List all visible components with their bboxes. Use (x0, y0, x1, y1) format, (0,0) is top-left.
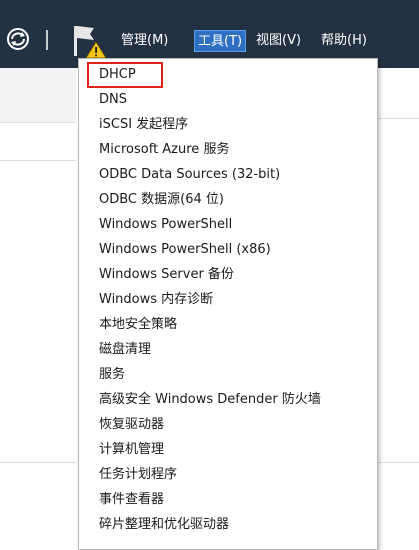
menu-view[interactable]: 视图(V) (253, 30, 304, 52)
menu-item-azure-services[interactable]: Microsoft Azure 服务 (79, 139, 229, 161)
menu-item-defragment[interactable]: 碎片整理和优化驱动器 (79, 514, 229, 536)
menu-item-defender-firewall[interactable]: 高级安全 Windows Defender 防火墙 (79, 389, 321, 411)
menu-manage[interactable]: 管理(M) (118, 30, 171, 52)
menu-item-odbc-32[interactable]: ODBC Data Sources (32-bit) (79, 164, 280, 186)
refresh-button[interactable] (0, 24, 36, 54)
menu-item-computer-management[interactable]: 计算机管理 (79, 439, 164, 461)
menu-item-odbc-64[interactable]: ODBC 数据源(64 位) (79, 189, 224, 211)
refresh-icon (7, 28, 29, 50)
menu-item-event-viewer[interactable]: 事件查看器 (79, 489, 164, 511)
menu-item-powershell[interactable]: Windows PowerShell (79, 214, 232, 236)
divider (0, 160, 76, 161)
left-pane-header (0, 68, 76, 123)
menu-item-powershell-x86[interactable]: Windows PowerShell (x86) (79, 239, 271, 261)
background-window-right (378, 68, 419, 544)
menu-item-local-security-policy[interactable]: 本地安全策略 (79, 314, 177, 336)
toolbar-separator (46, 30, 48, 50)
warning-icon (85, 41, 107, 59)
background-window-left (0, 68, 76, 544)
flag-icon (74, 26, 107, 59)
divider (378, 118, 419, 119)
menu-item-dns[interactable]: DNS (79, 89, 127, 111)
menu-item-server-backup[interactable]: Windows Server 备份 (79, 264, 234, 286)
menu-item-memory-diagnostic[interactable]: Windows 内存诊断 (79, 289, 213, 311)
menu-item-disk-cleanup[interactable]: 磁盘清理 (79, 339, 151, 361)
menu-help[interactable]: 帮助(H) (318, 30, 370, 52)
menu-item-services[interactable]: 服务 (79, 364, 125, 386)
menu-tools[interactable]: 工具(T) (194, 30, 247, 52)
menu-item-task-scheduler[interactable]: 任务计划程序 (79, 464, 177, 486)
menu-item-recovery-drive[interactable]: 恢复驱动器 (79, 414, 164, 436)
tools-dropdown-menu: DHCP DNS iSCSI 发起程序 Microsoft Azure 服务 O… (78, 58, 378, 550)
divider (378, 462, 419, 463)
divider (0, 462, 76, 463)
menu-item-dhcp[interactable]: DHCP (79, 64, 136, 86)
notifications-flag-button[interactable] (70, 24, 110, 60)
menu-item-iscsi-initiator[interactable]: iSCSI 发起程序 (79, 114, 188, 136)
